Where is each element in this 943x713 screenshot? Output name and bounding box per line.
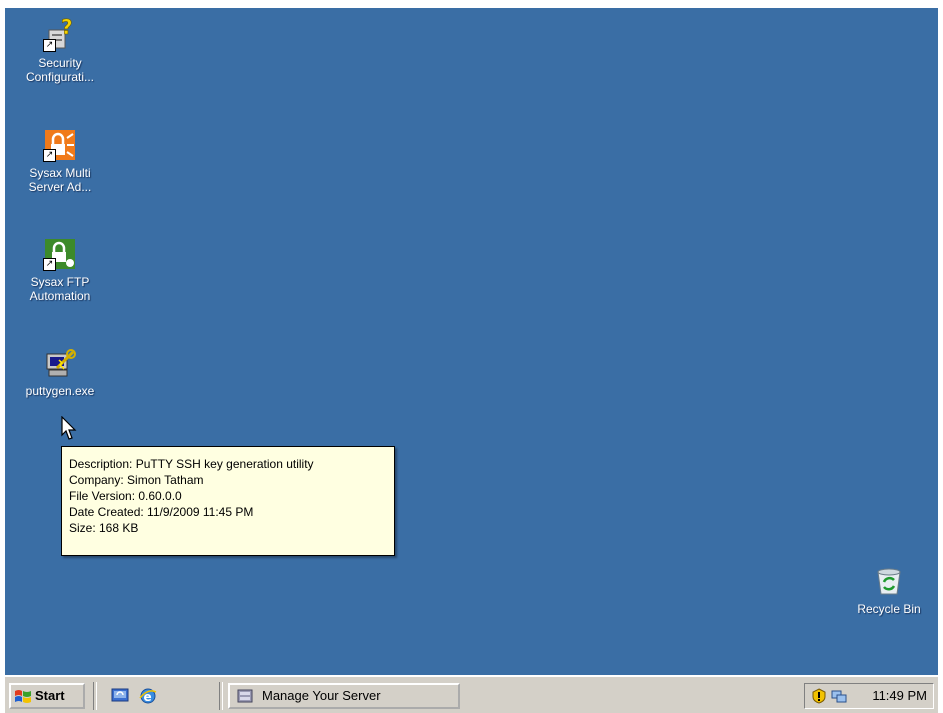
desktop-icon-label: Security bbox=[38, 56, 82, 70]
start-button[interactable]: Start bbox=[9, 683, 85, 709]
taskbar: Start e Manage Your Server 11:49 PM bbox=[5, 675, 938, 713]
tooltip-description: Description: PuTTY SSH key generation ut… bbox=[69, 457, 314, 471]
internet-explorer-icon[interactable]: e bbox=[138, 686, 158, 706]
desktop-icon-sysax-ftp-automation[interactable]: ↗ Sysax FTP Automation bbox=[12, 237, 108, 303]
taskbar-button-label: Manage Your Server bbox=[262, 688, 381, 703]
svg-text:?: ? bbox=[61, 18, 73, 39]
desktop[interactable]: ? ↗ Security Configurati... ↗ Sysax Mult… bbox=[5, 8, 938, 675]
desktop-icon-puttygen[interactable]: puttygen.exe bbox=[12, 346, 108, 398]
desktop-icon-sysax-multi-server[interactable]: ↗ Sysax Multi Server Ad... bbox=[12, 128, 108, 194]
taskbar-separator bbox=[93, 682, 97, 710]
desktop-icon-label: Server Ad... bbox=[28, 180, 92, 194]
tooltip-size: Size: 168 KB bbox=[69, 521, 139, 535]
manage-server-icon bbox=[237, 689, 253, 703]
sysax-multi-server-icon: ↗ bbox=[43, 128, 77, 162]
file-info-tooltip: Description: PuTTY SSH key generation ut… bbox=[61, 446, 395, 556]
network-icon[interactable] bbox=[831, 688, 847, 704]
recycle-bin-icon bbox=[872, 564, 906, 598]
tooltip-file-version: File Version: 0.60.0.0 bbox=[69, 489, 182, 503]
clock[interactable]: 11:49 PM bbox=[872, 684, 927, 708]
desktop-icon-security-configuration[interactable]: ? ↗ Security Configurati... bbox=[12, 15, 108, 84]
tooltip-company: Company: Simon Tatham bbox=[69, 473, 204, 487]
sysax-ftp-icon: ↗ bbox=[43, 237, 77, 271]
show-desktop-icon[interactable] bbox=[110, 686, 130, 706]
security-config-icon: ? ↗ bbox=[43, 15, 77, 52]
taskbar-separator bbox=[219, 682, 223, 710]
taskbar-button-manage-your-server[interactable]: Manage Your Server bbox=[228, 683, 460, 709]
security-alert-icon[interactable] bbox=[811, 688, 827, 704]
desktop-icon-label: Automation bbox=[29, 289, 91, 303]
desktop-icon-label: Sysax FTP bbox=[30, 275, 90, 289]
desktop-icon-label: Configurati... bbox=[25, 70, 95, 84]
desktop-icon-recycle-bin[interactable]: Recycle Bin bbox=[841, 564, 937, 616]
desktop-icon-label: Recycle Bin bbox=[857, 602, 921, 616]
tooltip-date-created: Date Created: 11/9/2009 11:45 PM bbox=[69, 505, 254, 519]
desktop-icon-label: puttygen.exe bbox=[25, 384, 95, 398]
windows-flag-icon bbox=[15, 690, 31, 703]
start-label: Start bbox=[35, 688, 65, 703]
puttygen-icon bbox=[43, 346, 77, 380]
desktop-icon-label: Sysax Multi bbox=[29, 166, 91, 180]
system-tray: 11:49 PM bbox=[804, 683, 934, 709]
mouse-cursor-icon bbox=[61, 416, 77, 440]
